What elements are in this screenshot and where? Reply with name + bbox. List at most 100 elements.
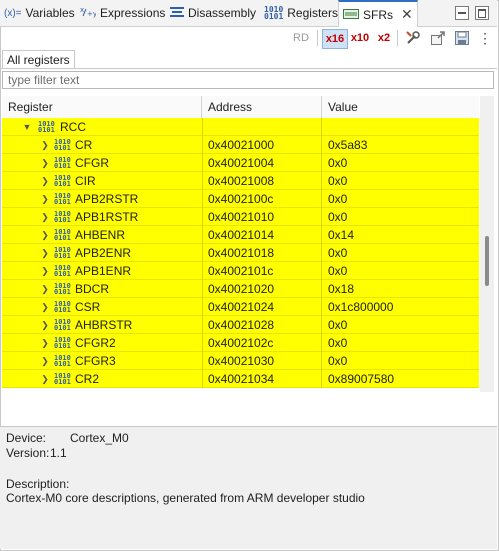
column-header-value[interactable]: Value [322,96,479,118]
register-icon: 1010 0101 [54,246,71,260]
filter-input[interactable] [2,71,494,89]
register-name: CFGR2 [75,336,116,350]
address-cell: 0x4002100c [202,190,322,208]
minimize-button[interactable] [455,6,469,20]
register-name: CR2 [75,372,100,386]
register-name: CSR [75,300,101,314]
wrench-icon [406,31,420,44]
value-cell[interactable]: 0x0 [322,244,479,262]
chevron-right-icon[interactable]: ❯ [40,334,50,352]
chevron-right-icon[interactable]: ❯ [40,208,50,226]
table-row[interactable]: ❯ 1010 0101 CFGR2 0x4002102c 0x0 [2,334,479,352]
register-cell: ❯ 1010 0101 CFGR [2,154,203,172]
binary-format-button[interactable]: x2 [374,29,394,47]
address-cell: 0x40021014 [202,226,322,244]
register-icon: 1010 0101 [54,300,71,314]
column-header-address[interactable]: Address [202,96,322,118]
chevron-right-icon[interactable]: ❯ [40,154,50,172]
chevron-right-icon[interactable]: ❯ [40,370,50,388]
table-row[interactable]: ❯ 1010 0101 APB2RSTR 0x4002100c 0x0 [2,190,479,208]
table-row[interactable]: ❯ 1010 0101 CR 0x40021000 0x5a83 [2,136,479,154]
table-row-group[interactable]: ▼ 1010 0101 RCC [2,118,479,136]
configure-button[interactable] [403,29,423,47]
chevron-right-icon[interactable]: ❯ [40,352,50,370]
save-button[interactable] [452,29,472,47]
value-cell[interactable]: 0x0 [322,352,479,370]
register-cell: ❯ 1010 0101 APB2ENR [2,244,203,262]
value-cell[interactable]: 0x14 [322,226,479,244]
tab-disassembly[interactable]: Disassembly [170,0,256,26]
read-registers-button[interactable]: RD [290,29,312,47]
register-name: APB1RSTR [75,210,139,224]
register-name: APB1ENR [75,264,132,278]
tab-disassembly-label: Disassembly [188,6,257,20]
value-cell[interactable]: 0x0 [322,316,479,334]
register-cell: ❯ 1010 0101 AHBENR [2,226,203,244]
value-cell[interactable]: 0x1c800000 [322,298,479,316]
value-cell[interactable]: 0x0 [322,262,479,280]
table-row[interactable]: ❯ 1010 0101 APB1ENR 0x4002101c 0x0 [2,262,479,280]
close-icon[interactable]: ✕ [401,6,413,23]
register-icon: 1010 0101 [54,228,71,242]
chevron-right-icon[interactable]: ❯ [40,280,50,298]
tab-registers[interactable]: 1010 0101 Registers [264,0,338,26]
chevron-right-icon[interactable]: ❯ [40,172,50,190]
scrollbar-thumb[interactable] [485,236,489,286]
value-cell[interactable]: 0x0 [322,208,479,226]
chevron-right-icon[interactable]: ❯ [40,244,50,262]
value-cell[interactable]: 0x0 [322,190,479,208]
register-icon: 1010 0101 [54,318,71,332]
table-row[interactable]: ❯ 1010 0101 CR2 0x40021034 0x89007580 [2,370,479,388]
maximize-button[interactable] [475,6,489,20]
chevron-right-icon[interactable]: ❯ [40,136,50,154]
svg-text:+y: +y [87,10,96,18]
tab-variables[interactable]: (x)= Variables [4,0,75,26]
sfrs-icon [343,8,359,22]
chevron-right-icon[interactable]: ❯ [40,190,50,208]
chevron-right-icon[interactable]: ❯ [40,316,50,334]
decimal-format-button[interactable]: x10 [348,29,372,47]
register-icon: 1010 0101 [54,372,71,386]
export-button[interactable] [428,29,448,47]
value-cell[interactable]: 0x89007580 [322,370,479,388]
register-name: CFGR3 [75,354,116,368]
value-cell[interactable]: 0x18 [322,280,479,298]
value-cell[interactable]: 0x5a83 [322,136,479,154]
address-cell: 0x40021000 [202,136,322,154]
value-cell[interactable]: 0x0 [322,334,479,352]
device-value: Cortex_M0 [70,431,129,445]
chevron-right-icon[interactable]: ❯ [40,226,50,244]
register-cell: ❯ 1010 0101 AHBRSTR [2,316,203,334]
value-cell[interactable]: 0x0 [322,172,479,190]
value-cell[interactable]: 0x0 [322,154,479,172]
register-name: AHBENR [75,228,126,242]
address-cell: 0x40021004 [202,154,322,172]
group-name: RCC [60,120,86,134]
vertical-scrollbar[interactable] [480,96,494,392]
group-cell: ▼ 1010 0101 RCC [2,118,203,136]
tab-expressions[interactable]: x +y Expressions [80,0,165,26]
view-menu-button[interactable]: ⋮ [478,29,492,47]
tab-all-registers[interactable]: All registers [2,50,75,69]
table-row[interactable]: ❯ 1010 0101 AHBRSTR 0x40021028 0x0 [2,316,479,334]
table-row[interactable]: ❯ 1010 0101 BDCR 0x40021020 0x18 [2,280,479,298]
table-row[interactable]: ❯ 1010 0101 CFGR 0x40021004 0x0 [2,154,479,172]
chevron-right-icon[interactable]: ❯ [40,298,50,316]
table-row[interactable]: ❯ 1010 0101 CIR 0x40021008 0x0 [2,172,479,190]
table-header: Register Address Value [2,96,479,119]
tab-sfrs[interactable]: SFRs ✕ [338,0,418,27]
address-cell: 0x40021030 [202,352,322,370]
binary-format-icon: x2 [377,32,391,44]
table-row[interactable]: ❯ 1010 0101 APB1RSTR 0x40021010 0x0 [2,208,479,226]
register-cell: ❯ 1010 0101 APB2RSTR [2,190,203,208]
table-row[interactable]: ❯ 1010 0101 AHBENR 0x40021014 0x14 [2,226,479,244]
register-icon: 1010 0101 [54,210,71,224]
hex-format-button[interactable]: x16 [322,29,348,49]
chevron-down-icon[interactable]: ▼ [22,118,32,136]
table-row[interactable]: ❯ 1010 0101 APB2ENR 0x40021018 0x0 [2,244,479,262]
column-header-register[interactable]: Register [2,96,202,118]
table-row[interactable]: ❯ 1010 0101 CFGR3 0x40021030 0x0 [2,352,479,370]
table-row[interactable]: ❯ 1010 0101 CSR 0x40021024 0x1c800000 [2,298,479,316]
save-icon [455,31,469,45]
chevron-right-icon[interactable]: ❯ [40,262,50,280]
